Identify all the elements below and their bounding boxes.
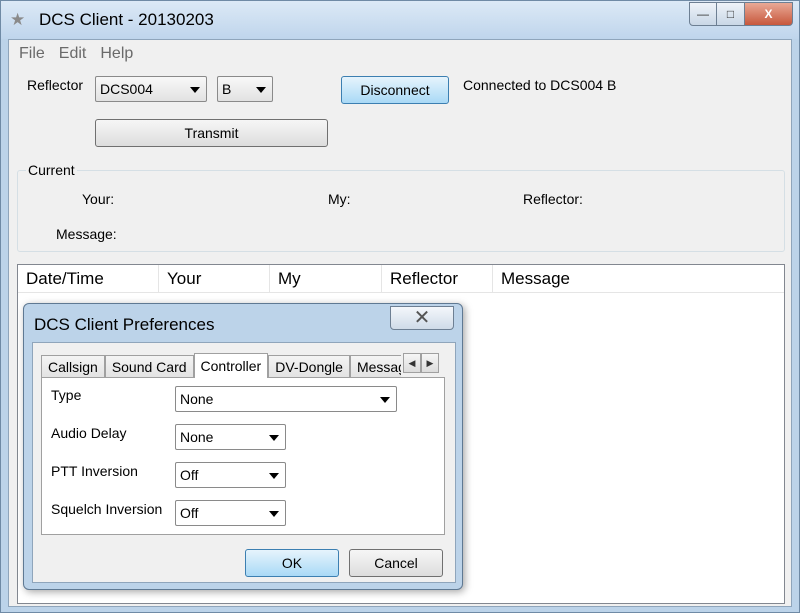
- arrow-left-icon[interactable]: ◀: [403, 353, 421, 373]
- menu-bar: File Edit Help: [9, 40, 791, 66]
- message-label: Message:: [56, 226, 117, 242]
- cancel-button[interactable]: Cancel: [349, 549, 443, 577]
- squelch-inversion-select[interactable]: Off: [175, 500, 286, 526]
- type-select[interactable]: None: [175, 386, 397, 412]
- ptt-inversion-label: PTT Inversion: [51, 463, 138, 479]
- reflector-label: Reflector: [27, 77, 84, 93]
- disconnect-button[interactable]: Disconnect: [341, 76, 449, 104]
- reflector-select-value: DCS004: [100, 81, 153, 97]
- dialog-client: Callsign Sound Card Controller DV-Dongle…: [32, 342, 456, 583]
- maximize-icon[interactable]: □: [717, 2, 745, 26]
- tab-dv-dongle[interactable]: DV-Dongle: [268, 355, 350, 378]
- column-my[interactable]: My: [270, 265, 382, 292]
- menu-file[interactable]: File: [19, 40, 45, 66]
- window-controls: — □ X: [689, 2, 793, 26]
- type-label: Type: [51, 387, 82, 403]
- current-group: [17, 170, 785, 252]
- type-select-value: None: [180, 391, 214, 407]
- current-group-title: Current: [26, 162, 77, 178]
- column-reflector[interactable]: Reflector: [382, 265, 493, 292]
- column-your[interactable]: Your: [159, 265, 270, 292]
- tab-callsign[interactable]: Callsign: [41, 355, 105, 378]
- title-bar[interactable]: ★ DCS Client - 20130203 — □ X: [1, 1, 799, 39]
- chevron-down-icon: [380, 397, 390, 403]
- arrow-right-icon[interactable]: ▶: [421, 353, 439, 373]
- my-label: My:: [328, 191, 351, 207]
- squelch-inversion-label: Squelch Inversion: [51, 501, 163, 517]
- close-icon[interactable]: X: [745, 2, 793, 26]
- preferences-dialog: DCS Client Preferences ✕ Callsign Sound …: [23, 303, 463, 590]
- star-icon: ★: [10, 10, 26, 29]
- chevron-down-icon: [256, 87, 266, 93]
- ptt-inversion-select[interactable]: Off: [175, 462, 286, 488]
- tab-messages[interactable]: Messag: [349, 355, 401, 378]
- chevron-down-icon: [269, 511, 279, 517]
- your-label: Your:: [82, 191, 115, 207]
- dialog-title: DCS Client Preferences: [34, 315, 215, 334]
- ok-button[interactable]: OK: [245, 549, 339, 577]
- audio-delay-label: Audio Delay: [51, 425, 127, 441]
- module-select-value: B: [222, 81, 232, 97]
- close-icon[interactable]: ✕: [390, 306, 454, 330]
- current-reflector-label: Reflector:: [523, 191, 583, 207]
- controller-tab-page: Type None Audio Delay None PTT Inversion…: [41, 377, 445, 535]
- column-datetime[interactable]: Date/Time: [18, 265, 159, 292]
- connection-status: Connected to DCS004 B: [463, 77, 617, 93]
- chevron-down-icon: [269, 435, 279, 441]
- ptt-inversion-select-value: Off: [180, 467, 199, 483]
- chevron-down-icon: [190, 87, 200, 93]
- audio-delay-select[interactable]: None: [175, 424, 286, 450]
- module-select[interactable]: B: [217, 76, 273, 102]
- reflector-select[interactable]: DCS004: [95, 76, 207, 102]
- tab-scroll-buttons: ◀ ▶: [403, 353, 439, 373]
- minimize-icon[interactable]: —: [689, 2, 717, 26]
- column-message[interactable]: Message: [493, 265, 613, 292]
- tab-sound-card[interactable]: Sound Card: [104, 355, 194, 378]
- squelch-inversion-select-value: Off: [180, 505, 199, 521]
- list-header: Date/Time Your My Reflector Message: [18, 265, 784, 293]
- menu-edit[interactable]: Edit: [59, 40, 87, 66]
- audio-delay-select-value: None: [180, 429, 214, 445]
- transmit-button[interactable]: Transmit: [95, 119, 328, 147]
- menu-help[interactable]: Help: [100, 40, 133, 66]
- tab-controller[interactable]: Controller: [193, 353, 269, 378]
- tab-strip: Callsign Sound Card Controller DV-Dongle…: [41, 353, 401, 378]
- window-title: DCS Client - 20130203: [39, 10, 214, 29]
- chevron-down-icon: [269, 473, 279, 479]
